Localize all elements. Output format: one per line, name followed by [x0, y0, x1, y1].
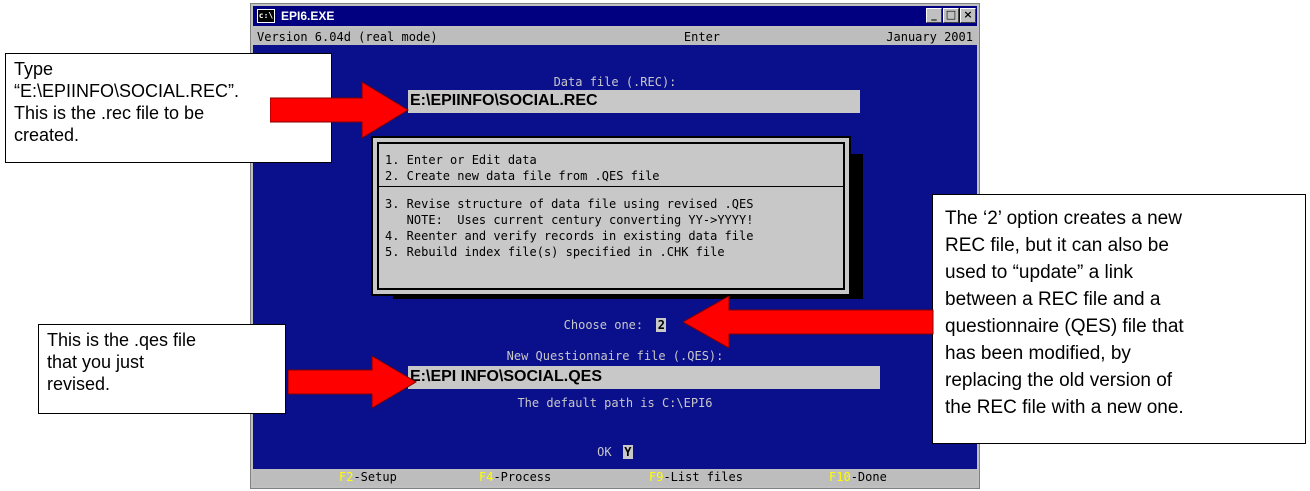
- menu-item-3-note: NOTE: Uses current century converting YY…: [385, 213, 754, 227]
- menu-item-4[interactable]: 4. Reenter and verify records in existin…: [385, 229, 753, 243]
- main-menu: 1. Enter or Edit data 2. Create new data…: [371, 136, 851, 296]
- arrow-to-rec-field: [270, 81, 409, 139]
- fkey-process[interactable]: F4-Process: [479, 470, 551, 484]
- menu-item-3[interactable]: 3. Revise structure of data file using r…: [385, 197, 753, 211]
- close-button[interactable]: ×: [960, 8, 976, 23]
- date-text: January 2001: [886, 29, 973, 44]
- ok-row: OK Y: [253, 445, 977, 459]
- status-bar: Version 6.04d (real mode) Enter January …: [253, 28, 977, 45]
- window-title: EPI6.EXE: [281, 9, 335, 23]
- title-bar: c:\ EPI6.EXE _ □ ×: [253, 6, 977, 26]
- callout-option-2: The ‘2’ option creates a new REC file, b…: [932, 194, 1306, 444]
- fkey-list-files[interactable]: F9-List files: [649, 470, 743, 484]
- version-text: Version 6.04d (real mode): [257, 29, 438, 44]
- ok-input[interactable]: Y: [622, 445, 633, 459]
- menu-divider: [379, 186, 843, 187]
- menu-item-1[interactable]: 1. Enter or Edit data: [385, 153, 537, 167]
- minimize-button[interactable]: _: [926, 8, 942, 23]
- function-key-bar: F2-Setup F4-Process F9-List files F10-Do…: [253, 469, 977, 486]
- choose-input[interactable]: 2: [656, 318, 667, 332]
- choose-label: Choose one:: [563, 318, 644, 332]
- fkey-done[interactable]: F10-Done: [829, 470, 887, 484]
- arrow-to-qes-field: [288, 355, 417, 409]
- data-file-input[interactable]: E:\EPIINFO\SOCIAL.REC: [408, 90, 860, 113]
- menu-item-2[interactable]: 2. Create new data file from .QES file: [385, 169, 660, 183]
- epi6-window: c:\ EPI6.EXE _ □ × Version 6.04d (real m…: [250, 3, 980, 489]
- fkey-setup[interactable]: F2-Setup: [339, 470, 397, 484]
- ok-label: OK: [597, 445, 612, 459]
- callout-qes-file: This is the .qes file that you just revi…: [38, 324, 286, 414]
- mode-text: Enter: [683, 29, 721, 44]
- dos-app-icon: c:\: [257, 9, 275, 23]
- maximize-button[interactable]: □: [943, 8, 959, 23]
- arrow-to-choose-value: [683, 296, 934, 348]
- qes-file-input[interactable]: E:\EPI INFO\SOCIAL.QES: [408, 366, 880, 389]
- menu-item-5[interactable]: 5. Rebuild index file(s) specified in .C…: [385, 245, 725, 259]
